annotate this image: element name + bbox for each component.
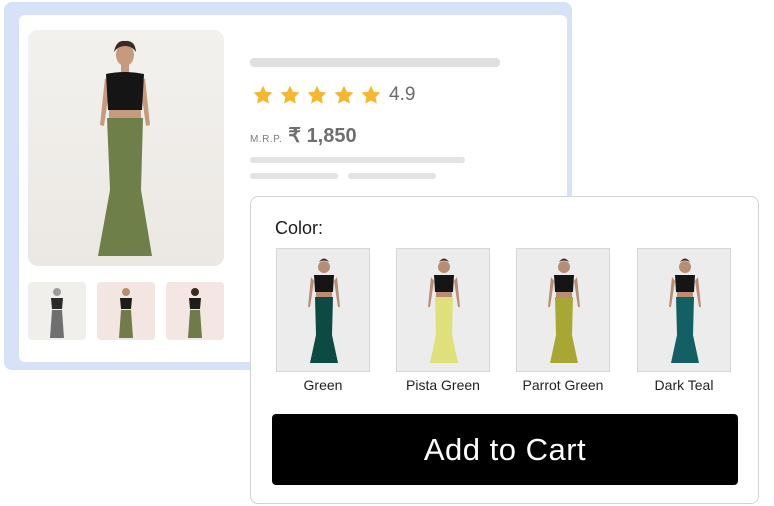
color-swatch-label: Dark Teal bbox=[654, 377, 714, 393]
description-placeholder-line bbox=[250, 157, 465, 163]
description-placeholder-line bbox=[250, 173, 338, 179]
color-swatch-dark-teal[interactable] bbox=[637, 248, 731, 372]
rating-stars bbox=[252, 84, 387, 106]
thumbnail-3[interactable] bbox=[166, 282, 224, 340]
star-icon bbox=[253, 85, 273, 104]
color-swatch-label: Parrot Green bbox=[522, 377, 604, 393]
description-placeholder-line bbox=[348, 173, 436, 179]
price-value: ₹ 1,850 bbox=[288, 125, 357, 147]
price-row: M.R.P. ₹ 1,850 bbox=[250, 123, 357, 148]
thumbnail-1[interactable] bbox=[28, 282, 86, 340]
mrp-label: M.R.P. bbox=[250, 134, 283, 145]
rating-value: 4.9 bbox=[389, 84, 416, 105]
thumbnail-2[interactable] bbox=[97, 282, 155, 340]
color-swatch-green[interactable] bbox=[276, 248, 370, 372]
color-swatch-pista-green[interactable] bbox=[396, 248, 490, 372]
star-icon bbox=[334, 85, 354, 104]
star-icon bbox=[361, 85, 381, 104]
star-icon bbox=[307, 85, 327, 104]
star-icon bbox=[280, 85, 300, 104]
rating: 4.9 bbox=[252, 84, 415, 106]
color-swatch-label: Pista Green bbox=[406, 377, 480, 393]
add-to-cart-button[interactable]: Add to Cart bbox=[272, 414, 738, 485]
color-swatch-label: Green bbox=[303, 377, 343, 393]
main-product-image[interactable] bbox=[28, 30, 224, 266]
product-title-placeholder bbox=[250, 58, 500, 67]
color-label: Color: bbox=[275, 218, 324, 238]
color-swatch-parrot-green[interactable] bbox=[516, 248, 610, 372]
